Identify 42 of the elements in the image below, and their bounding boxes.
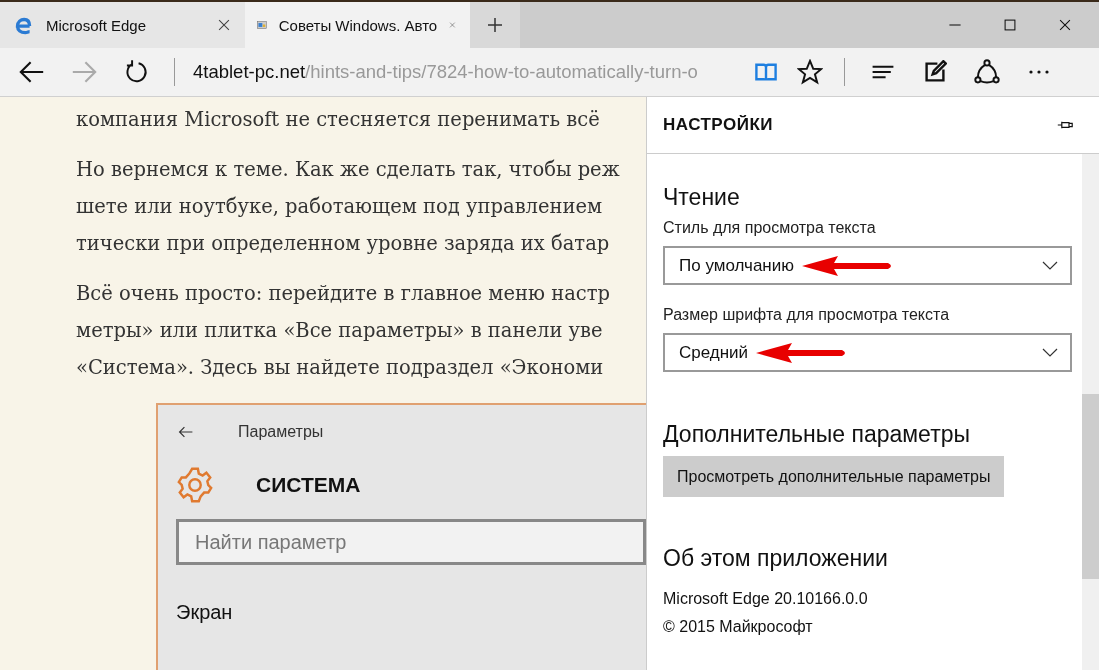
system-heading: СИСТЕМА <box>256 473 361 497</box>
star-icon <box>797 59 823 85</box>
plus-icon <box>485 15 505 35</box>
article-text-line: «Система». Здесь вы найдете подраздел «Экономи <box>76 355 605 381</box>
browser-tab[interactable]: Советы Windows. Авто <box>245 2 470 48</box>
section-heading: Дополнительные параметры <box>663 421 971 448</box>
field-label: Размер шрифта для просмотра текста <box>663 306 951 324</box>
article-text-line: шете или ноутбуке, работающем под управлением <box>76 194 604 220</box>
settings-window-title: Параметры <box>238 423 324 441</box>
gear-icon <box>176 466 214 504</box>
article-text-line: Всё очень просто: перейдите в главное меню настр <box>76 281 612 307</box>
settings-category[interactable]: Экран <box>176 601 646 624</box>
tab-title: Советы Windows. Авто <box>278 16 438 34</box>
dropdown-value: По умолчанию <box>679 255 794 276</box>
chevron-down-icon <box>1042 260 1058 271</box>
about-text: Microsoft Edge 20.10166.0.0 <box>663 590 869 608</box>
scrollbar-thumb[interactable] <box>1082 394 1099 579</box>
advanced-settings-button[interactable]: Просмотреть дополнительные параметры <box>663 456 1005 497</box>
field-label: Стиль для просмотра текста <box>663 219 877 237</box>
about-text: © 2015 Майкрософт <box>663 618 814 636</box>
dropdown[interactable]: Средний <box>663 333 1072 372</box>
share-icon <box>974 59 1000 85</box>
section-heading: Об этом приложении <box>663 545 889 572</box>
tab-title: Microsoft Edge <box>46 16 148 34</box>
dropdown[interactable]: По умолчанию <box>663 246 1072 285</box>
refresh-icon <box>123 59 149 85</box>
article-text-line: компания Microsoft не стесняется перенимать всё <box>76 107 601 133</box>
scrollbar[interactable] <box>1082 154 1099 670</box>
more-icon <box>1028 69 1050 75</box>
close-icon <box>1058 18 1072 32</box>
search-field[interactable]: Найти параметр <box>176 519 646 565</box>
article-text-line: тически при определенном уровне заряда их батар <box>76 231 611 257</box>
dropdown-value: Средний <box>679 342 749 363</box>
browser-tab[interactable]: Microsoft Edge <box>0 2 245 48</box>
section-heading: Чтение <box>663 184 741 211</box>
close-icon <box>217 18 231 32</box>
new-tab-button[interactable] <box>470 2 520 48</box>
panel-title: НАСТРОЙКИ <box>663 115 774 135</box>
maximize-icon <box>1003 18 1017 32</box>
article-text-line: Но вернемся к теме. Как же сделать так, чтобы реж <box>76 157 621 183</box>
article-text-line: метры» или плитка «Все параметры» в панели уве <box>76 318 604 344</box>
chevron-down-icon <box>1042 347 1058 358</box>
